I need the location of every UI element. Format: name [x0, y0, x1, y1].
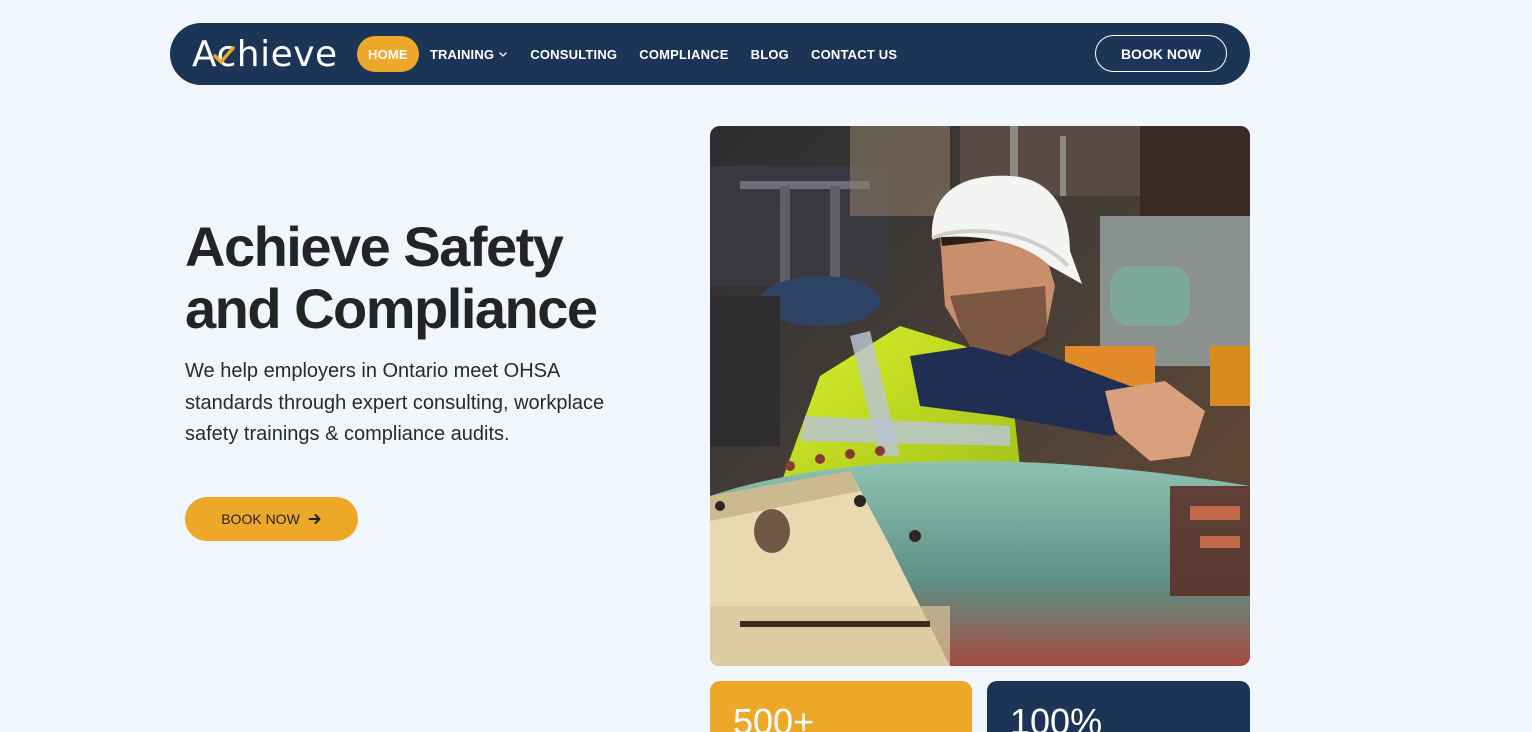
nav-item-label: HOME: [368, 46, 408, 62]
navbar: Achieve HOME TRAINING CONSULTING COMPLIA…: [170, 23, 1250, 85]
hero-title-line-1: Achieve Safety: [185, 215, 564, 278]
logo-check-icon: [213, 46, 235, 64]
nav-item-consulting[interactable]: CONSULTING: [519, 36, 628, 72]
hero-book-now-button[interactable]: BOOK NOW: [185, 497, 358, 541]
hero-title: Achieve Safety and Compliance: [185, 216, 645, 340]
nav-item-label: CONSULTING: [530, 46, 618, 62]
nav-item-blog[interactable]: BLOG: [740, 36, 800, 72]
hero-cta-label: BOOK NOW: [221, 511, 300, 527]
nav-item-contact-us[interactable]: CONTACT US: [800, 36, 908, 72]
stat-value: 100%: [1010, 701, 1103, 732]
hero-description: We help employers in Ontario meet OHSA s…: [185, 360, 605, 445]
nav-item-label: CONTACT US: [810, 46, 898, 62]
hero-title-line-2: and Compliance: [185, 277, 598, 340]
page: Achieve HOME TRAINING CONSULTING COMPLIA…: [0, 0, 1532, 732]
nav-item-training[interactable]: TRAINING: [419, 36, 519, 72]
stat-card-trainings: 500+: [710, 681, 972, 732]
nav-item-compliance[interactable]: COMPLIANCE: [628, 36, 739, 72]
nav-book-now-button[interactable]: BOOK NOW: [1095, 35, 1227, 72]
worker-photo-icon: [710, 126, 1250, 666]
logo[interactable]: Achieve: [192, 32, 338, 76]
nav-item-label: BLOG: [750, 46, 789, 62]
hero-worker-image: [710, 126, 1250, 666]
nav-item-home[interactable]: HOME: [357, 36, 419, 72]
arrow-right-icon: [308, 512, 322, 526]
main-nav: HOME TRAINING CONSULTING COMPLIANCE BLOG…: [357, 36, 908, 72]
chevron-down-icon: [498, 49, 508, 59]
stat-value: 500+: [733, 701, 815, 732]
nav-item-label: TRAINING: [429, 46, 495, 62]
nav-item-label: COMPLIANCE: [639, 46, 729, 62]
stat-card-compliance: 100%: [987, 681, 1250, 732]
